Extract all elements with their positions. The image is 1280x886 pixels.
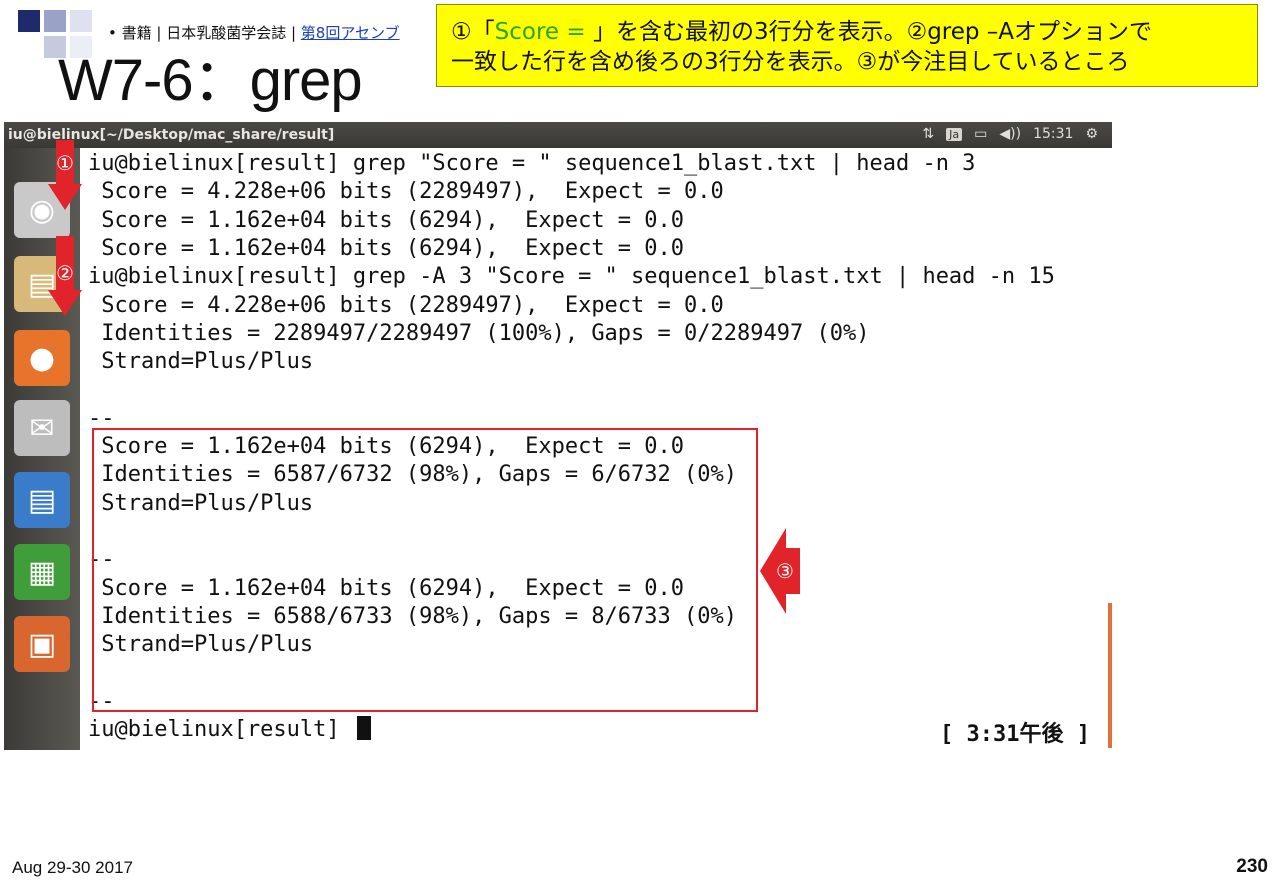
- firefox-icon[interactable]: ●: [14, 330, 70, 386]
- calc-icon[interactable]: ▦: [14, 544, 70, 600]
- callout-text: ①「: [451, 19, 495, 45]
- terminal-line: Strand=Plus/Plus: [88, 349, 314, 375]
- marker-2: ②: [56, 261, 74, 285]
- mail-icon[interactable]: ✉: [14, 400, 70, 456]
- terminal-line: Score = 4.228e+06 bits (2289497), Expect…: [88, 292, 724, 318]
- system-tray: ⇅ Ja ▭ ◀)) 15:31 ⚙: [922, 126, 1098, 142]
- input-method-indicator[interactable]: Ja: [946, 127, 963, 141]
- slide-title: W7-6：grep: [58, 48, 363, 113]
- battery-icon[interactable]: ▭: [974, 126, 987, 142]
- bullet-link[interactable]: 第8回アセンブ: [301, 24, 400, 42]
- text-cursor: [356, 716, 371, 740]
- terminal-scrollbar[interactable]: [1108, 603, 1112, 748]
- gear-icon[interactable]: ⚙: [1085, 126, 1098, 142]
- terminal-line: iu@bielinux[result] grep -A 3 "Score = "…: [88, 264, 1055, 290]
- highlight-box: [92, 428, 758, 712]
- callout-line-1: ①「Score = 」を含む最初の3行分を表示。②grep –Aオプションで: [451, 17, 1257, 47]
- terminal-line: Score = 1.162e+04 bits (6294), Expect = …: [88, 207, 685, 233]
- terminal-line: iu@bielinux[result] grep "Score = " sequ…: [88, 151, 976, 176]
- network-icon[interactable]: ⇅: [922, 126, 934, 142]
- writer-icon[interactable]: ▤: [14, 472, 70, 528]
- window-titlebar[interactable]: iu@bielinux[~/Desktop/mac_share/result] …: [4, 122, 1112, 148]
- impress-icon[interactable]: ▣: [14, 616, 70, 672]
- terminal-prompt: iu@bielinux[result]: [88, 716, 371, 744]
- terminal-line: Identities = 2289497/2289497 (100%), Gap…: [88, 320, 870, 346]
- terminal-clock: [ 3:31午後 ]: [940, 722, 1090, 747]
- slide-page-number: 230: [1236, 856, 1268, 877]
- terminal-line: Score = 1.162e+04 bits (6294), Expect = …: [88, 235, 685, 261]
- callout-box: ①「Score = 」を含む最初の3行分を表示。②grep –Aオプションで 一…: [436, 4, 1258, 87]
- tray-clock[interactable]: 15:31: [1033, 126, 1073, 142]
- callout-text: 」を含む最初の3行分を表示。②grep –Aオプションで: [592, 19, 1153, 45]
- slide-bullet: • 書籍 | 日本乳酸菌学会誌 | 第8回アセンブ: [108, 22, 400, 43]
- terminal-line: Score = 4.228e+06 bits (2289497), Expect…: [88, 179, 724, 205]
- callout-line-2: 一致した行を含め後ろの3行分を表示。③が今注目しているところ: [451, 49, 1130, 75]
- slide-date: Aug 29-30 2017: [12, 858, 133, 877]
- marker-1: ①: [56, 151, 74, 175]
- callout-highlight: Score =: [494, 19, 593, 45]
- marker-3: ③: [776, 559, 794, 583]
- volume-icon[interactable]: ◀)): [999, 126, 1021, 142]
- bullet-text: • 書籍 | 日本乳酸菌学会誌 |: [108, 24, 301, 42]
